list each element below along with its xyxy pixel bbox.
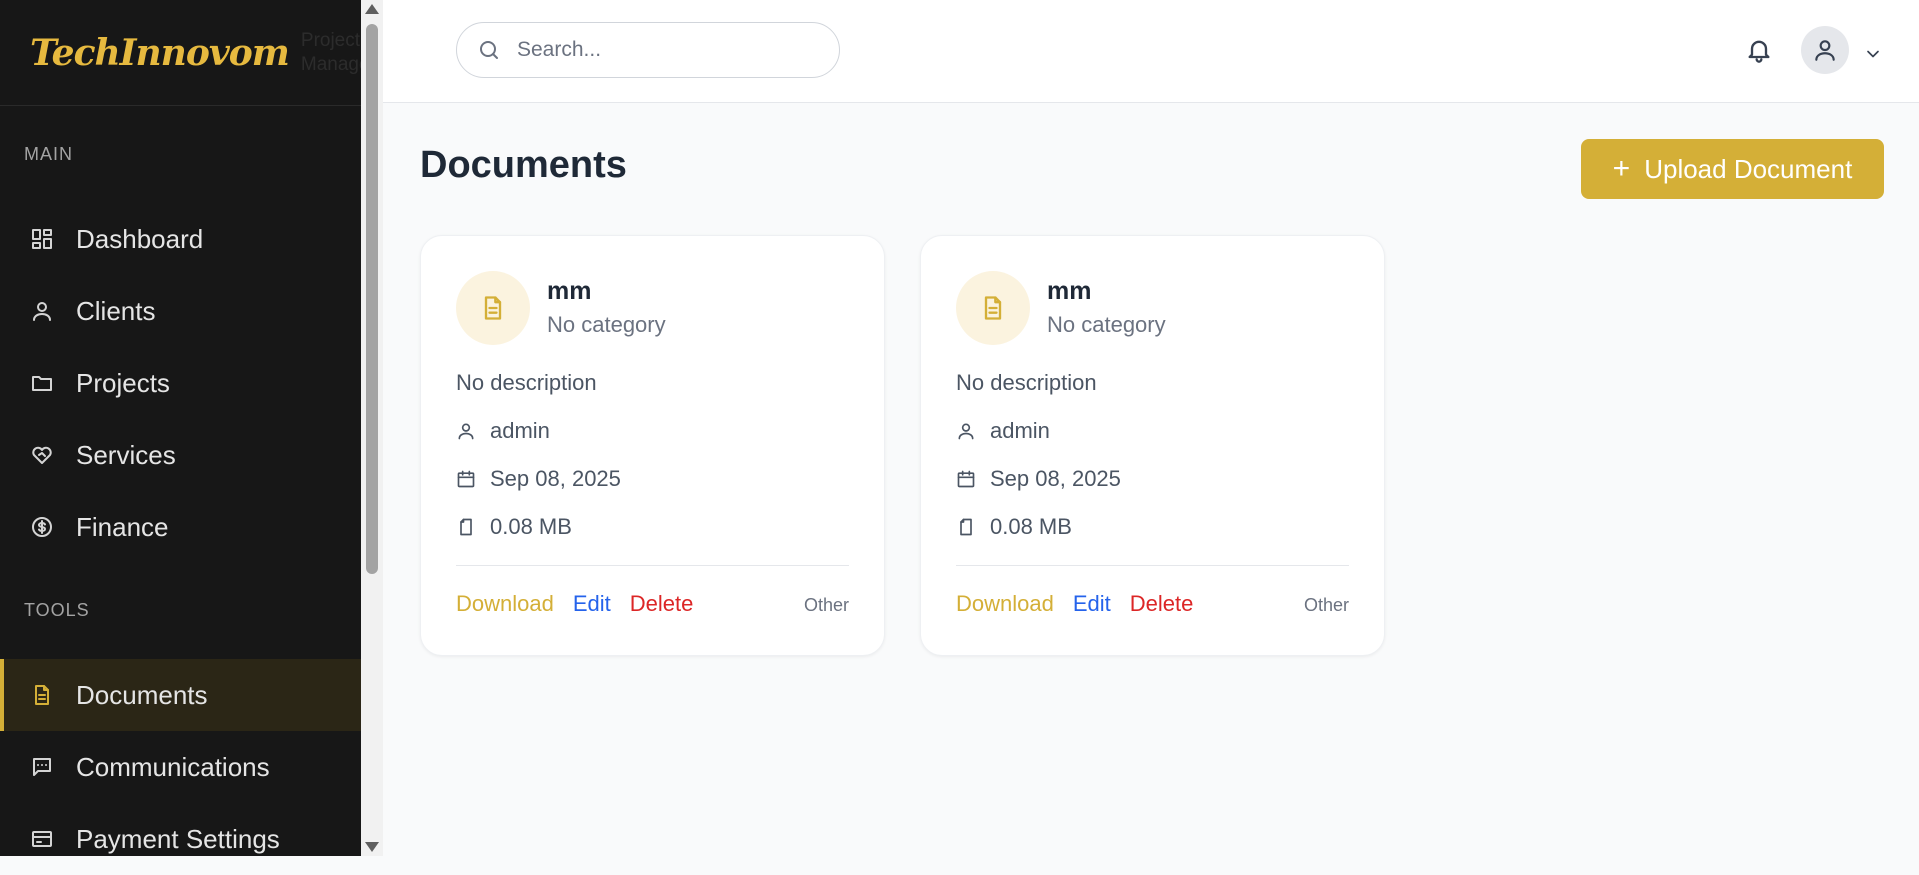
sidebar-item-services[interactable]: Services <box>0 419 361 491</box>
avatar[interactable] <box>1801 26 1849 74</box>
card-icon <box>32 831 52 847</box>
calendar-icon <box>957 470 975 488</box>
sidebar-item-label: Finance <box>76 511 169 542</box>
document-owner: admin <box>956 418 1050 444</box>
dashboard-icon <box>32 229 52 249</box>
sidebar-item-communications[interactable]: Communications <box>0 731 361 803</box>
document-date: Sep 08, 2025 <box>456 466 621 492</box>
section-label-tools: TOOLS <box>24 600 90 620</box>
scrollbar-thumb[interactable] <box>366 24 378 574</box>
document-card: mm No category No description admin Sep … <box>920 235 1385 656</box>
document-type-badge: Other <box>1303 595 1349 615</box>
user-menu-toggle[interactable] <box>1863 44 1883 64</box>
heart-handshake-icon <box>32 446 52 464</box>
scroll-down-arrow-icon[interactable] <box>365 842 379 852</box>
sidebar-item-label: Communications <box>76 751 270 782</box>
sidebar-item-label: Documents <box>76 679 208 710</box>
upload-document-label: Upload Document <box>1644 153 1853 184</box>
download-link[interactable]: Download <box>456 591 554 617</box>
user-icon <box>958 423 974 440</box>
sidebar-item-dashboard[interactable]: Dashboard <box>0 203 361 275</box>
folder-icon <box>32 376 52 391</box>
sidebar-scrollbar[interactable] <box>361 0 383 856</box>
top-header <box>383 0 1919 103</box>
document-type-badge: Other <box>803 595 849 615</box>
download-link[interactable]: Download <box>956 591 1054 617</box>
document-size: 0.08 MB <box>956 514 1072 540</box>
delete-link[interactable]: Delete <box>1130 591 1194 617</box>
owner-text: admin <box>490 418 550 443</box>
chevron-down-icon <box>1867 50 1879 58</box>
document-category: No category <box>1047 312 1166 337</box>
search-icon <box>480 41 498 59</box>
calendar-icon <box>457 470 475 488</box>
date-text: Sep 08, 2025 <box>490 466 621 491</box>
sidebar: TechInnovom Project Manager MAIN Dashboa… <box>0 0 376 856</box>
edit-link[interactable]: Edit <box>573 591 611 617</box>
bell-icon <box>1748 40 1770 63</box>
edit-link[interactable]: Edit <box>1073 591 1111 617</box>
date-text: Sep 08, 2025 <box>990 466 1121 491</box>
dollar-circle-icon <box>32 517 52 537</box>
document-description: No description <box>456 370 597 395</box>
file-icon <box>460 518 472 536</box>
notifications-button[interactable] <box>1745 36 1773 64</box>
sidebar-item-label: Payment Settings <box>76 823 280 854</box>
sidebar-item-projects[interactable]: Projects <box>0 347 361 419</box>
document-category: No category <box>547 312 666 337</box>
document-size: 0.08 MB <box>456 514 572 540</box>
sidebar-item-payment-settings[interactable]: Payment Settings <box>0 803 361 875</box>
card-actions: Download Edit Delete <box>456 591 693 617</box>
sidebar-item-label: Clients <box>76 295 156 326</box>
document-icon <box>956 271 1030 345</box>
delete-link[interactable]: Delete <box>630 591 694 617</box>
scroll-up-arrow-icon[interactable] <box>365 4 379 14</box>
card-actions: Download Edit Delete <box>956 591 1193 617</box>
document-card: mm No category No description admin Sep … <box>420 235 885 656</box>
owner-text: admin <box>990 418 1050 443</box>
brand-logo: TechInnovom <box>30 31 290 74</box>
card-divider <box>456 565 849 566</box>
sidebar-item-clients[interactable]: Clients <box>0 275 361 347</box>
document-icon <box>35 685 49 705</box>
search-input[interactable] <box>515 37 815 63</box>
page-title: Documents <box>420 144 627 186</box>
sidebar-item-finance[interactable]: Finance <box>0 491 361 563</box>
document-date: Sep 08, 2025 <box>956 466 1121 492</box>
message-icon <box>33 758 51 776</box>
sidebar-item-label: Services <box>76 439 176 470</box>
document-title: mm <box>547 277 592 305</box>
user-icon <box>1815 40 1835 61</box>
size-text: 0.08 MB <box>990 514 1072 539</box>
document-description: No description <box>956 370 1097 395</box>
document-owner: admin <box>456 418 550 444</box>
card-divider <box>956 565 1349 566</box>
file-icon <box>960 518 972 536</box>
plus-icon: + <box>1612 152 1631 185</box>
search-box[interactable] <box>456 22 840 78</box>
user-icon <box>33 302 51 321</box>
sidebar-item-documents[interactable]: Documents <box>0 659 361 731</box>
upload-document-button[interactable]: + Upload Document <box>1581 139 1884 199</box>
user-icon <box>458 423 474 440</box>
sidebar-item-label: Dashboard <box>76 223 204 254</box>
brand[interactable]: TechInnovom Project Manager <box>0 0 376 106</box>
document-title: mm <box>1047 277 1092 305</box>
document-icon <box>456 271 530 345</box>
section-label-main: MAIN <box>24 144 73 164</box>
size-text: 0.08 MB <box>490 514 572 539</box>
sidebar-item-label: Projects <box>76 367 170 398</box>
